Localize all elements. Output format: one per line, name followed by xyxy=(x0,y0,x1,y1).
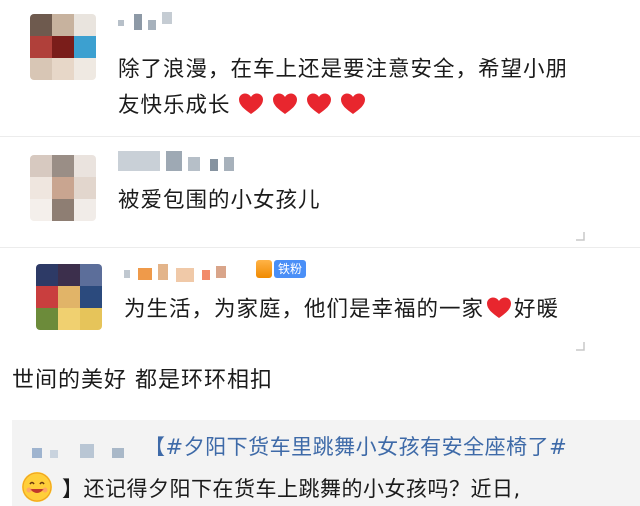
avatar[interactable] xyxy=(30,14,96,80)
comment-text-line1: 除了浪漫，在车上还是要注意安全，希望小朋 xyxy=(118,57,569,82)
comment-text: 为生活，为家庭，他们是幸福的一家 好暖 xyxy=(124,292,559,328)
topic-link[interactable]: 【#夕阳下货车里跳舞小女孩有安全座椅了# xyxy=(144,432,567,462)
fan-badge-icon xyxy=(256,260,272,278)
comment-text-segment: 友快乐成长 xyxy=(118,93,231,118)
avatar[interactable] xyxy=(36,264,102,330)
smile-emoji-icon xyxy=(22,472,52,502)
username-redacted[interactable] xyxy=(118,151,238,175)
username-redacted[interactable] xyxy=(118,12,208,36)
heart-icon xyxy=(306,93,340,118)
comment-text-segment: 好暖 xyxy=(514,297,560,322)
comment-item: 除了浪漫，在车上还是要注意安全，希望小朋 友快乐成长 xyxy=(0,0,640,135)
heart-icon xyxy=(340,93,374,118)
comment-text: 被爱包围的小女孩儿 xyxy=(118,188,321,213)
comment-item: 铁粉 为生活，为家庭，他们是幸福的一家 好暖 xyxy=(0,248,640,358)
repost-body-text: 】还记得夕阳下在货车上跳舞的小女孩吗？近日, xyxy=(62,477,521,501)
comment-item: 被爱包围的小女孩儿 xyxy=(0,137,640,247)
avatar[interactable] xyxy=(30,155,96,221)
repost-card[interactable]: 【#夕阳下货车里跳舞小女孩有安全座椅了# 】还记得夕阳下在货车上跳舞的小女孩吗？… xyxy=(12,420,640,506)
comment-text-segment: 为生活，为家庭，他们是幸福的一家 xyxy=(124,297,485,322)
plain-comment-text: 世间的美好 都是环环相扣 xyxy=(12,368,273,393)
heart-icon xyxy=(272,93,306,118)
username-redacted[interactable] xyxy=(124,262,254,286)
fan-badge-label: 铁粉 xyxy=(274,260,307,278)
heart-icon xyxy=(238,93,272,118)
reply-icon[interactable] xyxy=(574,230,586,242)
reply-icon[interactable] xyxy=(574,340,586,352)
comment-text-line2: 友快乐成长 xyxy=(118,88,374,124)
fan-badge[interactable]: 铁粉 xyxy=(256,260,307,278)
username-redacted[interactable] xyxy=(32,438,142,462)
heart-icon xyxy=(484,297,514,322)
